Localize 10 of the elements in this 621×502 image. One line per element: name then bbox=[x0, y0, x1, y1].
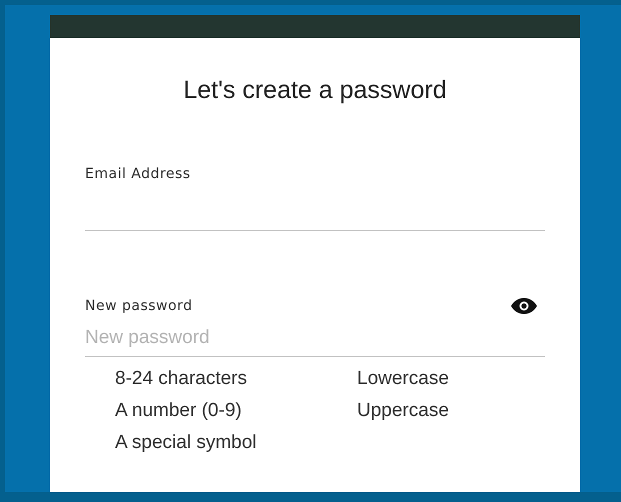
requirement-text: 8-24 characters bbox=[115, 366, 248, 390]
form-title: Let's create a password bbox=[182, 75, 448, 106]
eye-icon[interactable] bbox=[511, 298, 537, 314]
requirement-text: A number (0-9) bbox=[115, 398, 243, 422]
requirement-text: Lowercase bbox=[357, 366, 450, 390]
password-input[interactable]: New password bbox=[85, 320, 545, 356]
requirement-text: Uppercase bbox=[357, 398, 450, 422]
requirement-text: A special symbol bbox=[115, 430, 258, 454]
field-label: Email Address bbox=[85, 164, 191, 184]
field-label: New password bbox=[85, 296, 192, 316]
